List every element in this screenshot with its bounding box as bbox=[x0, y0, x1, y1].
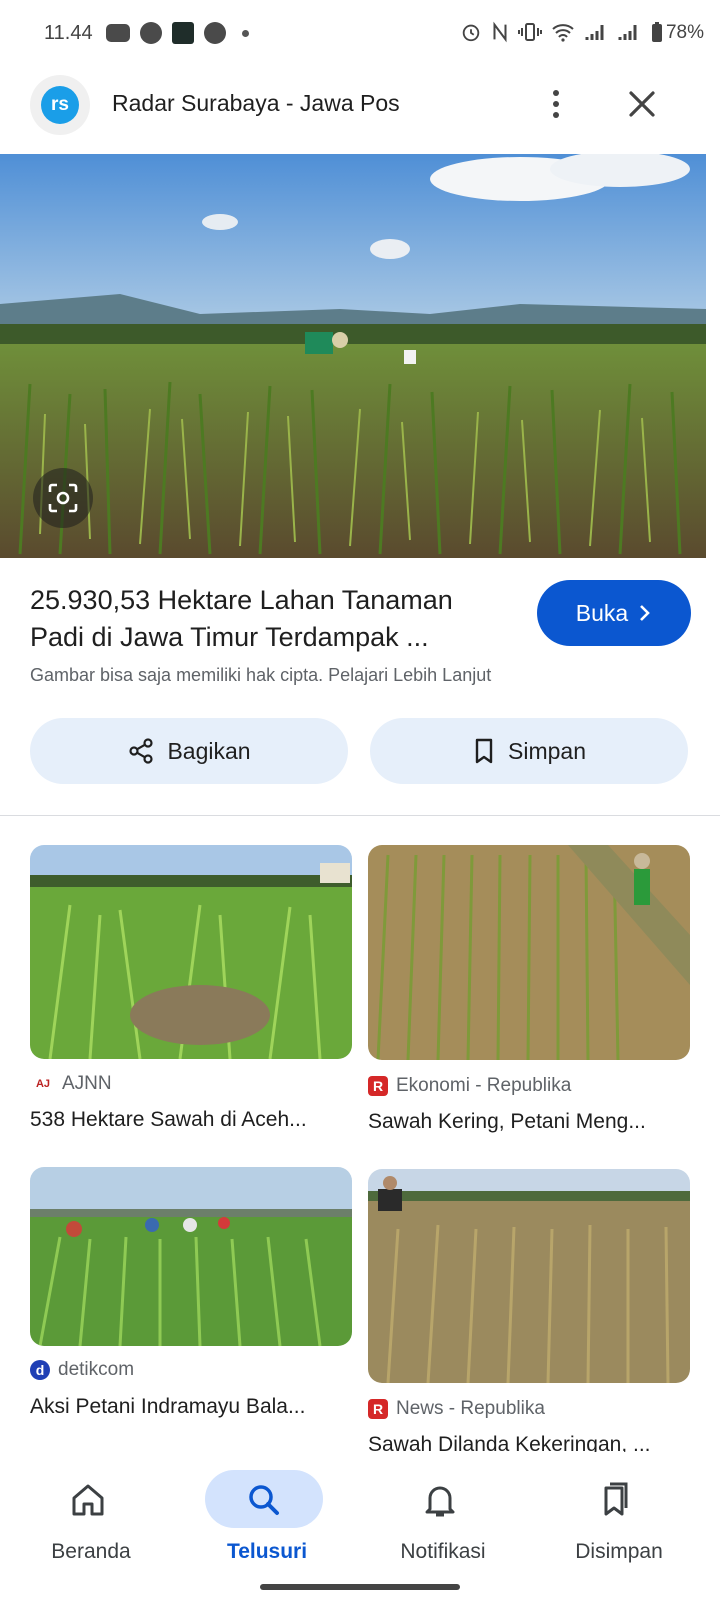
notification-icons bbox=[106, 22, 249, 44]
republika-logo-icon: R bbox=[368, 1399, 388, 1419]
close-icon[interactable] bbox=[622, 84, 662, 124]
youtube-icon bbox=[106, 24, 130, 42]
nav-item-saved[interactable]: Disimpan bbox=[534, 1464, 704, 1574]
nav-label-search: Telusuri bbox=[226, 1540, 308, 1563]
open-button-label: Buka bbox=[575, 599, 629, 626]
related-source-label: AJNN bbox=[62, 1073, 112, 1094]
open-button[interactable]: Buka bbox=[537, 580, 691, 646]
result-title-line1: 25.930,53 Hektare Lahan Tanaman bbox=[30, 585, 453, 615]
nav-item-search[interactable]: Telusuri bbox=[182, 1464, 352, 1574]
status-time: 11.44 bbox=[44, 22, 93, 44]
related-source-label: detikcom bbox=[58, 1359, 135, 1380]
save-button[interactable]: Simpan bbox=[370, 718, 688, 784]
lens-search-button[interactable] bbox=[33, 468, 93, 528]
nav-label-home: Beranda bbox=[51, 1540, 131, 1563]
related-title-1[interactable]: 538 Hektare Sawah di Aceh... bbox=[30, 1108, 307, 1132]
republika-logo-icon: R bbox=[368, 1076, 388, 1096]
alarm-icon bbox=[462, 24, 480, 42]
system-icons bbox=[460, 21, 664, 43]
related-title-2[interactable]: Sawah Kering, Petani Meng... bbox=[368, 1110, 646, 1134]
share-button[interactable]: Bagikan bbox=[30, 718, 348, 784]
signal-icon-2 bbox=[618, 25, 637, 40]
related-source-1: AJ AJNN bbox=[32, 1073, 112, 1095]
related-image-1[interactable] bbox=[30, 845, 352, 1059]
related-image-3[interactable] bbox=[30, 1167, 352, 1346]
more-dot-icon bbox=[553, 101, 559, 107]
site-name[interactable]: Radar Surabaya - Jawa Pos bbox=[112, 90, 400, 117]
related-source-3: d detikcom bbox=[30, 1359, 134, 1381]
dry-field-thumbnail bbox=[368, 845, 690, 1060]
more-notifications-icon bbox=[242, 29, 249, 37]
result-header: rs Radar Surabaya - Jawa Pos bbox=[0, 72, 720, 148]
wifi-icon bbox=[552, 24, 574, 42]
vibrate-icon bbox=[518, 23, 542, 41]
related-source-4: R News - Republika bbox=[368, 1398, 545, 1420]
related-image-2[interactable] bbox=[368, 845, 690, 1060]
rice-field-thumbnail bbox=[30, 845, 352, 1059]
speedometer-icon bbox=[140, 22, 162, 44]
camera-lens-icon bbox=[48, 483, 78, 513]
gesture-home-indicator[interactable] bbox=[260, 1584, 460, 1590]
rice-field-photo bbox=[0, 154, 706, 558]
farmers-motorbike-thumbnail bbox=[30, 1167, 352, 1346]
nfc-icon bbox=[493, 21, 507, 43]
save-label: Simpan bbox=[508, 737, 586, 764]
related-source-2: R Ekonomi - Republika bbox=[368, 1075, 571, 1097]
signal-icon bbox=[585, 25, 604, 40]
home-icon bbox=[72, 1484, 104, 1516]
bookmark-icon bbox=[475, 738, 493, 764]
saved-collections-icon bbox=[604, 1482, 628, 1516]
pinterest-icon bbox=[204, 22, 226, 44]
bottom-navigation: Beranda Telusuri Notifikasi Disimpan bbox=[0, 1452, 720, 1600]
hero-image[interactable] bbox=[0, 154, 706, 558]
related-source-label: News - Republika bbox=[396, 1398, 545, 1419]
battery-percent: 78% bbox=[665, 22, 704, 43]
share-label: Bagikan bbox=[167, 737, 251, 764]
nav-label-saved: Disimpan bbox=[575, 1540, 663, 1563]
detikcom-logo-icon: d bbox=[30, 1360, 50, 1380]
chevron-right-icon bbox=[640, 605, 651, 621]
result-title-line2: Padi di Jawa Timur Terdampak ... bbox=[30, 622, 429, 652]
site-logo-badge: rs bbox=[41, 86, 79, 124]
divider bbox=[0, 815, 720, 816]
related-title-3[interactable]: Aksi Petani Indramayu Bala... bbox=[30, 1395, 305, 1419]
copyright-note[interactable]: Gambar bisa saja memiliki hak cipta. Pel… bbox=[30, 665, 491, 686]
more-dot-icon bbox=[553, 112, 559, 118]
battery-icon bbox=[652, 22, 662, 42]
more-dot-icon bbox=[553, 90, 559, 96]
share-icon bbox=[129, 738, 154, 764]
related-image-4[interactable] bbox=[368, 1169, 690, 1383]
bell-icon bbox=[425, 1486, 455, 1517]
result-title[interactable]: 25.930,53 Hektare Lahan Tanaman Padi di … bbox=[30, 582, 510, 656]
app-icon bbox=[172, 22, 194, 44]
status-bar: 11.44 78% bbox=[0, 0, 720, 68]
search-icon bbox=[249, 1485, 279, 1515]
drought-field-thumbnail bbox=[368, 1169, 690, 1383]
nav-label-notifications: Notifikasi bbox=[400, 1540, 486, 1563]
site-logo: rs bbox=[30, 75, 90, 135]
related-source-label: Ekonomi - Republika bbox=[396, 1075, 572, 1096]
nav-item-home[interactable]: Beranda bbox=[6, 1464, 176, 1574]
more-options-button[interactable] bbox=[536, 82, 576, 126]
nav-item-notifications[interactable]: Notifikasi bbox=[358, 1464, 528, 1574]
ajnn-logo-icon: AJ bbox=[35, 1078, 51, 1090]
